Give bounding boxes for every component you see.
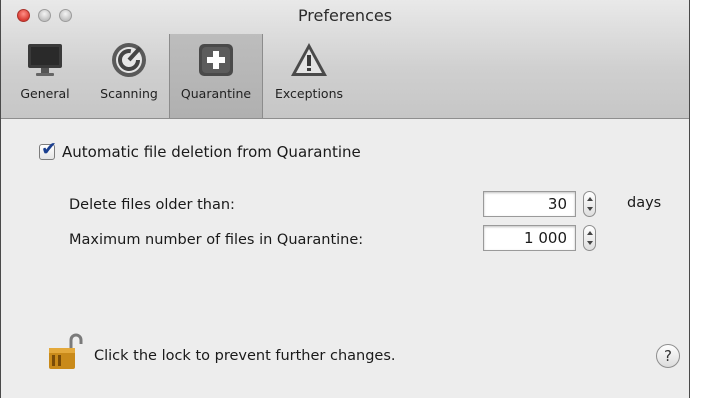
quarantine-plus-icon: [196, 40, 236, 80]
stepper-up-icon: [587, 231, 593, 235]
preferences-window: Preferences General Scanning Quarantine …: [0, 0, 690, 398]
lock-icon[interactable]: [45, 331, 85, 375]
auto-delete-option[interactable]: ✔ Automatic file deletion from Quarantin…: [39, 140, 361, 161]
delete-older-stepper[interactable]: [583, 191, 596, 217]
window-title: Preferences: [297, 6, 393, 25]
tab-scanning[interactable]: Scanning: [89, 34, 169, 118]
delete-older-unit: days: [627, 195, 662, 211]
tab-general-label: General: [20, 86, 70, 101]
tab-general[interactable]: General: [1, 34, 89, 118]
checkmark-icon: ✔: [41, 138, 57, 160]
quarantine-pane: ✔ Automatic file deletion from Quarantin…: [1, 119, 689, 398]
max-files-input[interactable]: 1 000: [483, 225, 576, 251]
lock-message: Click the lock to prevent further change…: [94, 348, 396, 364]
monitor-icon: [25, 40, 65, 80]
stepper-up-icon: [587, 197, 593, 201]
max-files-label: Maximum number of files in Quarantine:: [69, 232, 364, 248]
title-bar: Preferences General Scanning Quarantine …: [1, 0, 689, 119]
auto-delete-label: Automatic file deletion from Quarantine: [62, 143, 361, 161]
tab-exceptions-label: Exceptions: [274, 86, 344, 101]
max-files-stepper[interactable]: [583, 225, 596, 251]
tab-quarantine-label: Quarantine: [180, 86, 252, 101]
tab-quarantine[interactable]: Quarantine: [169, 34, 263, 118]
delete-older-input[interactable]: 30: [483, 191, 576, 217]
tab-exceptions[interactable]: Exceptions: [263, 34, 355, 118]
scanning-icon: [109, 40, 149, 80]
help-button[interactable]: ?: [656, 344, 680, 368]
preferences-toolbar: General Scanning Quarantine Exceptions: [1, 34, 355, 118]
tab-scanning-label: Scanning: [100, 86, 158, 101]
stepper-down-icon: [587, 207, 593, 211]
auto-delete-checkbox[interactable]: ✔: [39, 140, 57, 160]
warning-triangle-icon: [289, 40, 329, 80]
delete-older-label: Delete files older than:: [69, 197, 235, 213]
stepper-down-icon: [587, 241, 593, 245]
